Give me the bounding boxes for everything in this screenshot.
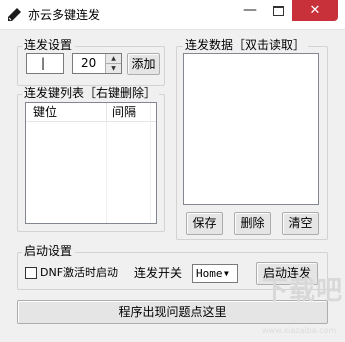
toggle-key-value: Home <box>196 267 223 280</box>
key-list-table[interactable]: 键位 间隔 <box>25 102 157 224</box>
repeat-settings-legend: 连发设置 <box>22 38 76 52</box>
column-divider <box>106 103 107 122</box>
chevron-down-icon: ▼ <box>224 269 229 278</box>
clear-button[interactable]: 清空 <box>282 212 319 235</box>
grid-line <box>106 122 107 223</box>
key-input[interactable]: | <box>26 53 64 74</box>
interval-stepper[interactable]: 20 ▲ ▼ <box>72 53 122 74</box>
key-list-legend: 连发键列表［右键删除］ <box>22 86 160 100</box>
toggle-key-select[interactable]: Home ▼ <box>192 264 238 283</box>
column-header-interval[interactable]: 间隔 <box>112 104 136 121</box>
add-button[interactable]: 添加 <box>127 53 160 75</box>
grid-line <box>150 103 151 223</box>
repeat-data-legend: 连发数据［双击读取］ <box>183 38 309 52</box>
dnf-start-checkbox[interactable] <box>25 267 37 279</box>
repeat-data-list[interactable] <box>183 53 319 205</box>
dnf-start-label[interactable]: DNF激活时启动 <box>40 265 118 281</box>
stepper-up-button[interactable]: ▲ <box>105 54 121 64</box>
column-header-key[interactable]: 键位 <box>33 104 57 121</box>
minimize-button[interactable]: — <box>236 0 264 21</box>
maximize-button[interactable] <box>264 0 292 21</box>
window-title: 亦云多键连发 <box>28 8 101 22</box>
stepper-down-button[interactable]: ▼ <box>105 64 121 73</box>
delete-button[interactable]: 删除 <box>234 212 271 235</box>
interval-value: 20 <box>81 56 97 70</box>
close-button[interactable]: ✕ <box>292 0 338 21</box>
watermark-url: www.xiazaiba.com <box>262 326 337 335</box>
watermark-logo: 下载吧 <box>262 276 344 306</box>
save-button[interactable]: 保存 <box>186 212 223 235</box>
maximize-icon <box>273 6 284 16</box>
title-bar: 亦云多键连发 — ✕ <box>0 0 345 30</box>
pen-icon <box>8 8 21 21</box>
toggle-key-label: 连发开关 <box>134 266 183 280</box>
key-input-value: | <box>41 56 46 70</box>
startup-settings-legend: 启动设置 <box>22 244 76 258</box>
